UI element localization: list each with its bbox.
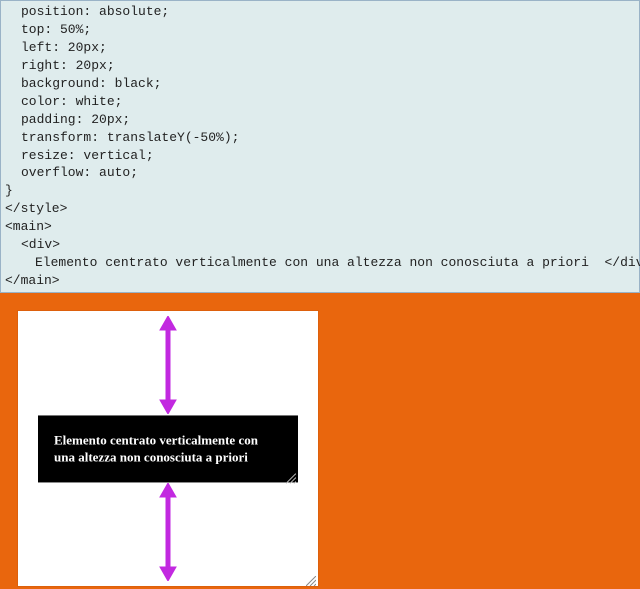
preview-main-element: Elemento centrato verticalmente con una … — [18, 311, 318, 586]
code-line: </main> — [5, 273, 60, 288]
code-line: color: white; — [5, 94, 122, 109]
code-line: resize: vertical; — [5, 148, 154, 163]
code-line: position: absolute; — [5, 4, 169, 19]
code-line: background: black; — [5, 76, 161, 91]
resize-handle-icon[interactable] — [306, 574, 316, 584]
code-line: Elemento centrato verticalmente con una … — [5, 255, 640, 270]
code-line: right: 20px; — [5, 58, 115, 73]
code-line: top: 50%; — [5, 22, 91, 37]
code-line: </style> — [5, 201, 67, 216]
code-line: padding: 20px; — [5, 112, 130, 127]
code-line: left: 20px; — [5, 40, 107, 55]
code-line: <div> — [5, 237, 60, 252]
code-line: } — [5, 183, 13, 198]
centered-box: Elemento centrato verticalmente con una … — [38, 415, 298, 482]
vertical-distance-arrow-top — [156, 316, 180, 414]
preview-area: Elemento centrato verticalmente con una … — [0, 293, 640, 589]
code-line: <main> — [5, 219, 52, 234]
code-line: overflow: auto; — [5, 165, 138, 180]
code-block: position: absolute; top: 50%; left: 20px… — [0, 0, 640, 293]
code-line: transform: translateY(-50%); — [5, 130, 239, 145]
resize-handle-icon[interactable] — [286, 470, 296, 480]
centered-box-text: Elemento centrato verticalmente con una … — [54, 432, 258, 465]
vertical-distance-arrow-bottom — [156, 483, 180, 581]
